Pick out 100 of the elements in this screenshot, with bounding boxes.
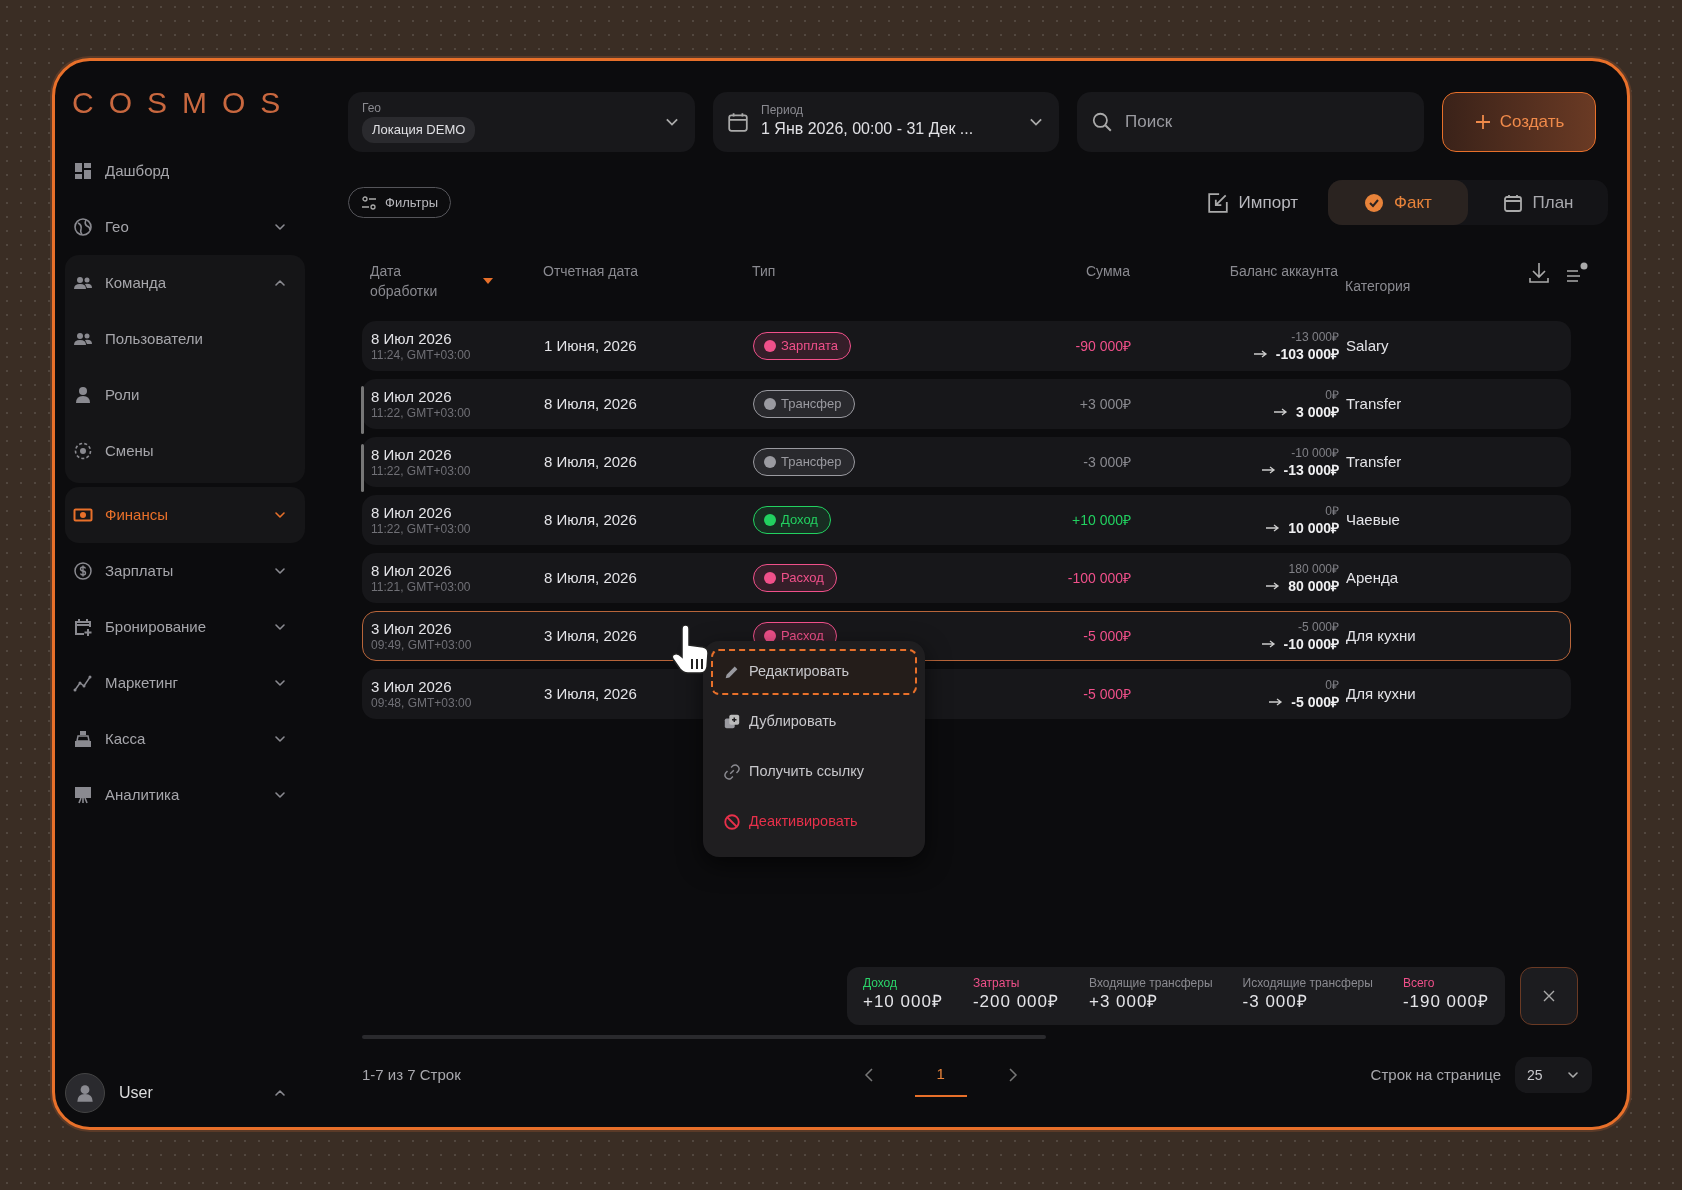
list-settings-icon[interactable] — [1565, 261, 1589, 285]
total-label: Всего — [1402, 975, 1436, 991]
view-tab[interactable]: План — [1468, 180, 1608, 225]
plus-icon — [1473, 113, 1492, 131]
sidebar-item[interactable]: Команда — [65, 255, 305, 311]
amount: -100 000₽ — [1067, 569, 1131, 586]
total-value: -200 000₽ — [972, 991, 1059, 1013]
sidebar-item[interactable]: Зарплаты — [65, 543, 305, 599]
import-icon — [1206, 191, 1229, 214]
amount: -90 000₽ — [1075, 337, 1131, 354]
report-date: 3 Июля, 2026 — [544, 685, 637, 702]
copy-icon — [723, 713, 741, 731]
processing-time: 11:22, GMT+03:00 — [371, 406, 472, 420]
category: Аренда — [1346, 568, 1399, 586]
search-field[interactable]: Поиск — [1077, 92, 1424, 152]
circle-icon — [764, 572, 776, 584]
page-button[interactable]: 1 — [914, 1052, 967, 1098]
sidebar-item[interactable]: Финансы — [65, 487, 305, 543]
report-date: 8 Июля, 2026 — [544, 395, 637, 412]
period-select[interactable]: Период 1 Янв 2026, 00:00 - 31 Дек ... — [713, 92, 1059, 152]
rows-count: 1-7 из 7 Строк — [362, 1064, 461, 1085]
balance-after: 80 000₽ — [1288, 576, 1339, 595]
arrow-right-icon — [1261, 639, 1276, 648]
processing-time: 11:24, GMT+03:00 — [371, 348, 472, 362]
balance-before: 0₽ — [1325, 387, 1339, 403]
processing-time: 09:48, GMT+03:00 — [371, 696, 473, 710]
arrow-right-icon — [1253, 349, 1268, 358]
category: Salary — [1346, 336, 1389, 354]
person-icon — [73, 385, 93, 405]
balance-before: -13 000₽ — [1291, 329, 1339, 345]
sidebar-item[interactable]: Бронирование — [65, 599, 305, 655]
avatar[interactable] — [65, 1073, 105, 1113]
rows-per-page-select[interactable]: 25 — [1515, 1057, 1592, 1093]
type-tag: Трансфер — [753, 448, 855, 476]
processing-date: 8 Июл 2026 — [371, 388, 453, 406]
create-button[interactable]: Создать — [1442, 92, 1596, 152]
category: Для кухни — [1346, 626, 1416, 644]
report-date: 8 Июля, 2026 — [544, 511, 637, 528]
arrow-right-icon — [1273, 407, 1288, 416]
download-icon[interactable] — [1527, 261, 1551, 285]
dashed-circle-icon — [73, 441, 93, 461]
balance-before: -5 000₽ — [1297, 619, 1339, 635]
sidebar-item[interactable]: Аналитика — [65, 767, 305, 823]
processing-date: 8 Июл 2026 — [371, 330, 453, 348]
location-chip[interactable]: Локация DEMO — [362, 117, 476, 143]
link-bar — [361, 444, 364, 492]
sidebar-subitem[interactable]: Пользователи — [65, 311, 305, 367]
menu-item[interactable]: Редактировать — [711, 649, 917, 695]
view-tab[interactable]: Факт — [1328, 180, 1468, 225]
link-icon — [723, 763, 741, 781]
column-header[interactable]: Сумма — [1086, 261, 1130, 281]
presentation-icon — [73, 785, 93, 805]
report-date: 8 Июля, 2026 — [544, 453, 637, 470]
processing-time: 11:22, GMT+03:00 — [371, 522, 472, 536]
total-value: +10 000₽ — [862, 991, 943, 1013]
column-header[interactable]: Тип — [752, 261, 776, 281]
chevron-left-icon[interactable] — [862, 1067, 875, 1083]
column-header[interactable]: Категория — [1345, 261, 1411, 311]
import-button[interactable]: Импорт — [1200, 188, 1304, 217]
sidebar-item[interactable]: Дашборд — [65, 143, 305, 199]
processing-date: 3 Июл 2026 — [371, 678, 453, 696]
category: Transfer — [1346, 394, 1402, 412]
rows-per-page-label: Строк на странице — [1370, 1064, 1501, 1085]
sidebar-item[interactable]: Гео — [65, 199, 305, 255]
balance-after: 3 000₽ — [1295, 402, 1339, 421]
search-icon — [1091, 111, 1113, 133]
menu-item[interactable]: Получить ссылку — [711, 749, 917, 795]
geo-select[interactable]: Гео Локация DEMO — [348, 92, 695, 152]
chart-icon — [73, 673, 93, 693]
calendar-icon — [1502, 192, 1523, 213]
link-bar — [361, 386, 364, 434]
category: Чаевые — [1346, 510, 1400, 528]
processing-time: 11:21, GMT+03:00 — [371, 580, 472, 594]
balance-after: -13 000₽ — [1283, 460, 1339, 479]
chevron-right-icon[interactable] — [1006, 1067, 1019, 1083]
column-header[interactable]: Отчетная дата — [543, 261, 638, 281]
processing-date: 3 Июл 2026 — [371, 620, 453, 638]
amount: -5 000₽ — [1083, 685, 1131, 702]
balance-before: 0₽ — [1325, 503, 1339, 519]
period-value: 1 Янв 2026, 00:00 - 31 Дек ... — [761, 119, 975, 139]
column-header[interactable]: Дата обработки — [370, 261, 494, 301]
processing-time: 09:49, GMT+03:00 — [371, 638, 473, 652]
circle-icon — [764, 340, 776, 352]
balance-after: -10 000₽ — [1283, 634, 1339, 653]
menu-item[interactable]: Деактивировать — [711, 799, 917, 845]
report-date: 3 Июля, 2026 — [544, 627, 637, 644]
sidebar-subitem[interactable]: Роли — [65, 367, 305, 423]
sidebar-item[interactable]: Касса — [65, 711, 305, 767]
balance-after: -5 000₽ — [1291, 692, 1339, 711]
column-header[interactable]: Баланс аккаунта — [1229, 261, 1338, 281]
arrow-right-icon — [1261, 465, 1276, 474]
amount: +3 000₽ — [1079, 395, 1131, 412]
category: Для кухни — [1346, 684, 1416, 702]
sidebar-subitem[interactable]: Смены — [65, 423, 305, 479]
type-tag: Доход — [753, 506, 831, 534]
report-date: 1 Июня, 2026 — [544, 337, 637, 354]
arrow-right-icon — [1266, 581, 1281, 590]
sidebar-item[interactable]: Маркетинг — [65, 655, 305, 711]
type-tag: Трансфер — [753, 390, 855, 418]
balance-before: -10 000₽ — [1291, 445, 1339, 461]
